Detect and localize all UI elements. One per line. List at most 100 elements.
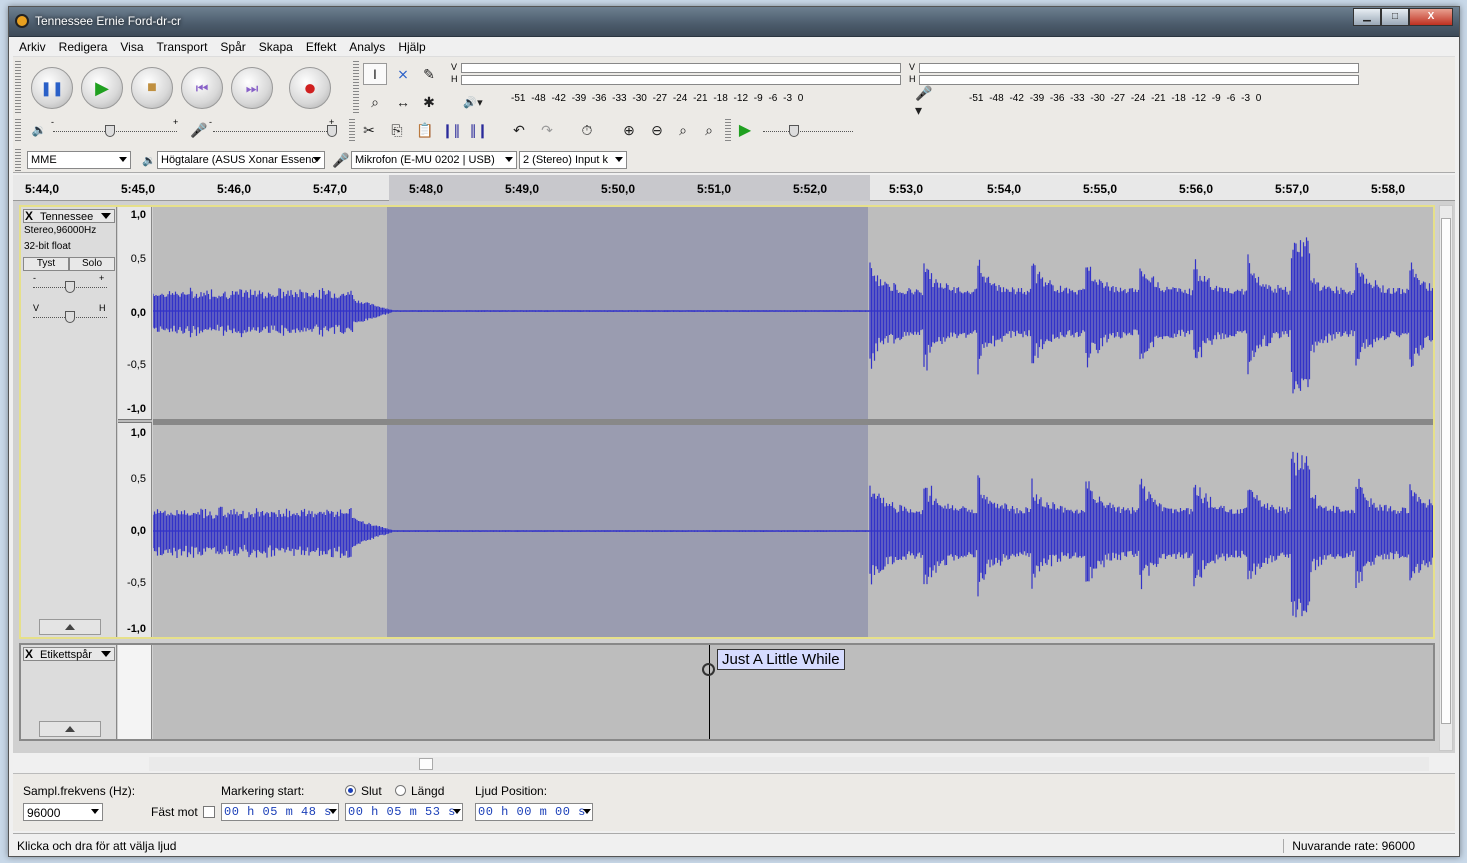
stop-button[interactable]: ■ [131,67,173,109]
minimize-button[interactable]: ▁ [1353,8,1381,26]
record-meter[interactable]: V H 🎤▾ -51 -48 -42 -39 -36 -33 -30 -27 -… [909,61,1365,118]
selection-start-time[interactable]: 00 h 05 m 48 s [221,803,339,821]
toolbar-grip[interactable] [725,119,731,141]
pause-button[interactable]: ❚❚ [31,67,73,109]
ruler-tick: 5:53,0 [889,182,924,196]
toolbar-grip[interactable] [15,61,21,115]
timeshift-tool-icon[interactable]: ↔ [391,91,415,113]
input-volume-thumb[interactable] [327,125,337,137]
output-volume-thumb[interactable] [105,125,115,137]
label-track-close-button[interactable]: X [25,647,33,661]
label-track-name-menu[interactable]: X Etikettspår [23,647,115,661]
close-button[interactable]: X [1409,8,1453,26]
gain-slider-thumb[interactable] [65,281,75,293]
copy-icon[interactable]: ⎘ [385,119,409,141]
solo-button[interactable]: Solo [69,257,115,271]
snap-to-checkbox[interactable] [203,806,215,818]
vertical-scrollbar-thumb[interactable] [1441,218,1451,724]
title-bar[interactable]: Tennessee Ernie Ford-dr-cr ▁ □ X [9,7,1459,37]
toolbar-grip[interactable] [15,149,21,171]
paste-icon[interactable]: 📋 [413,119,437,141]
record-button[interactable]: ● [289,67,331,109]
meter-right-label: H [909,74,916,84]
project-rate-select[interactable]: 96000 [23,803,103,821]
host-select[interactable]: MME [27,151,131,169]
horizontal-scrollbar-thumb[interactable] [419,758,433,770]
waveform-channel [153,451,1433,618]
play-at-speed-icon[interactable]: ▶ [733,119,757,141]
meter-right-bar [461,75,901,85]
collapse-label-track-button[interactable] [39,721,101,737]
skip-to-start-button[interactable]: ⏮ [181,67,223,109]
silence-icon[interactable]: ∥❙ [467,119,491,141]
tracks-area: X Tennessee Stereo,96000Hz 32-bit float … [13,201,1455,753]
menu-redigera[interactable]: Redigera [59,37,115,56]
vertical-scrollbar[interactable] [1439,205,1453,751]
track-name-menu[interactable]: X Tennessee [23,209,115,223]
label-track[interactable]: X Etikettspår Just A Little While [19,643,1435,741]
menu-spar[interactable]: Spår [220,37,252,56]
menu-skapa[interactable]: Skapa [259,37,300,56]
menu-analys[interactable]: Analys [349,37,392,56]
microphone-icon[interactable]: 🎤▾ [915,85,939,118]
horizontal-scrollbar[interactable] [149,757,1429,771]
envelope-tool-icon[interactable]: ⨯ [391,63,415,85]
label-handle-icon[interactable] [702,663,715,676]
play-speed-slider[interactable] [763,131,853,133]
input-device-select[interactable]: Mikrofon (E-MU 0202 | USB) [351,151,517,169]
zoom-in-icon[interactable]: ⊕ [617,119,641,141]
fit-selection-icon[interactable]: ⌕ [671,119,695,141]
maximize-button[interactable]: □ [1381,8,1409,26]
skip-to-end-button[interactable]: ⏭ [231,67,273,109]
draw-tool-icon[interactable]: ✎ [417,63,441,85]
audio-position-time[interactable]: 00 h 00 m 00 s [475,803,593,821]
track-control-panel: X Tennessee Stereo,96000Hz 32-bit float … [21,207,117,637]
output-device-select[interactable]: Högtalare (ASUS Xonar Essenc [157,151,325,169]
label-area[interactable]: Just A Little While [153,645,1433,739]
menu-arkiv[interactable]: Arkiv [19,37,53,56]
trim-icon[interactable]: ❙∥ [439,119,463,141]
ruler-tick: 5:45,0 [121,182,156,196]
label-text[interactable]: Just A Little While [717,649,845,670]
play-button[interactable]: ▶ [81,67,123,109]
menu-hjalp[interactable]: Hjälp [398,37,432,56]
multi-tool-icon[interactable]: ✱ [417,91,441,113]
playback-meter[interactable]: V H 🔊▾ -51 -48 -42 -39 -36 -33 -30 -27 -… [451,61,909,109]
menu-transport[interactable]: Transport [157,37,215,56]
toolbar-grip[interactable] [349,119,355,141]
undo-icon[interactable]: ↶ [507,119,531,141]
play-speed-thumb[interactable] [789,125,799,137]
collapse-track-button[interactable] [39,619,101,635]
input-volume-slider[interactable] [213,131,337,133]
audio-track[interactable]: X Tennessee Stereo,96000Hz 32-bit float … [19,205,1435,639]
output-volume-slider[interactable] [53,131,177,133]
ruler-tick: 5:50,0 [601,182,636,196]
output-volume-icon: 🔉 [31,123,47,137]
label-track-menu-arrow-icon[interactable] [101,651,111,657]
toolbar-grip[interactable] [15,119,21,141]
mute-button[interactable]: Tyst [23,257,69,271]
selection-end-time[interactable]: 00 h 05 m 53 s [345,803,463,821]
redo-icon[interactable]: ↷ [535,119,559,141]
end-radio[interactable] [345,785,356,796]
input-channels-select[interactable]: 2 (Stereo) Input k [519,151,627,169]
menu-visa[interactable]: Visa [120,37,150,56]
menu-effekt[interactable]: Effekt [306,37,343,56]
track-menu-arrow-icon[interactable] [101,213,111,219]
selection-tool-icon[interactable]: I [363,63,387,85]
fit-project-icon[interactable]: ⌕ [697,119,721,141]
input-device-icon: 🎤 [332,151,350,168]
cut-icon[interactable]: ✂ [357,119,381,141]
timeline-ruler[interactable]: 5:44,0 5:45,0 5:46,0 5:47,0 5:48,0 5:49,… [13,175,1455,201]
toolbar-grip[interactable] [353,61,359,115]
zoom-tool-icon[interactable]: ⌕ [363,91,387,113]
speaker-icon[interactable]: 🔊▾ [461,91,485,113]
zoom-out-icon[interactable]: ⊖ [645,119,669,141]
length-radio[interactable] [395,785,406,796]
waveform-area[interactable] [153,207,1433,637]
pan-slider-thumb[interactable] [65,311,75,323]
track-close-button[interactable]: X [25,209,33,223]
scale-label: -1,0 [127,623,146,635]
meter-left-label: V [451,62,458,72]
sync-lock-icon[interactable]: ⏱ [575,119,599,141]
